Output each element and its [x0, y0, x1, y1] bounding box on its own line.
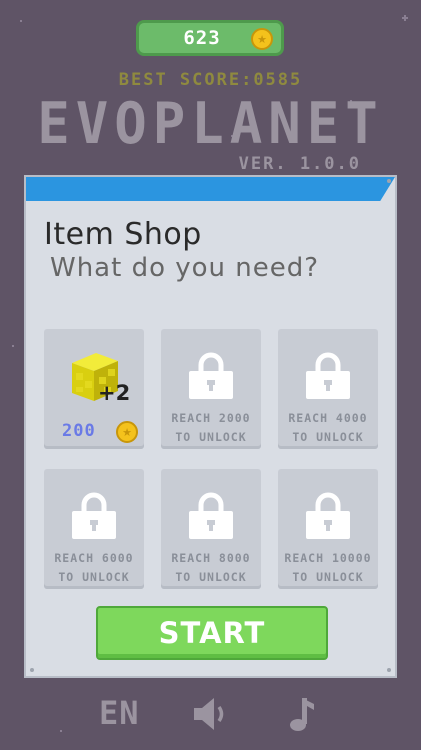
- speaker-icon[interactable]: [190, 694, 230, 734]
- panel-header-band: [26, 177, 395, 201]
- unlock-hint: TO UNLOCK: [292, 570, 364, 584]
- shop-item-locked[interactable]: REACH 2000 TO UNLOCK: [161, 329, 261, 449]
- background-star: [12, 345, 14, 347]
- shop-item-locked[interactable]: REACH 6000 TO UNLOCK: [44, 469, 144, 589]
- panel-rivet: [387, 668, 391, 672]
- lock-icon: [189, 492, 233, 539]
- lock-icon: [189, 352, 233, 399]
- unlock-requirement: REACH 2000: [171, 411, 251, 425]
- background-star: [60, 730, 62, 732]
- start-button[interactable]: START: [96, 606, 328, 660]
- panel-rivet: [387, 179, 391, 183]
- shop-item-cube[interactable]: +2 200 ★: [44, 329, 144, 449]
- coin-icon: ★: [116, 421, 138, 443]
- version-label: VER. 1.0.0: [238, 154, 361, 174]
- coin-counter: 623 ★: [136, 20, 284, 56]
- language-button[interactable]: EN: [99, 694, 140, 732]
- unlock-hint: TO UNLOCK: [175, 430, 247, 444]
- coin-count: 623: [183, 27, 221, 49]
- lock-icon: [306, 492, 350, 539]
- music-note-icon[interactable]: [280, 694, 320, 734]
- shop-item-locked[interactable]: REACH 10000 TO UNLOCK: [278, 469, 378, 589]
- lock-icon: [72, 492, 116, 539]
- game-title: EVOPLANET: [37, 90, 384, 157]
- shop-title: Item Shop: [44, 217, 202, 252]
- lock-icon: [306, 352, 350, 399]
- best-score: BEST SCORE:0585: [118, 70, 303, 90]
- unlock-hint: TO UNLOCK: [58, 570, 130, 584]
- unlock-hint: TO UNLOCK: [292, 430, 364, 444]
- coin-icon: ★: [251, 28, 273, 50]
- shop-subtitle: What do you need?: [50, 253, 320, 283]
- shop-item-locked[interactable]: REACH 8000 TO UNLOCK: [161, 469, 261, 589]
- unlock-requirement: REACH 8000: [171, 551, 251, 565]
- shop-item-locked[interactable]: REACH 4000 TO UNLOCK: [278, 329, 378, 449]
- unlock-hint: TO UNLOCK: [175, 570, 247, 584]
- item-bonus: +2: [98, 381, 131, 405]
- panel-rivet: [30, 668, 34, 672]
- unlock-requirement: REACH 6000: [54, 551, 134, 565]
- item-shop-panel: Item Shop What do you need? +2 200 ★ REA…: [24, 175, 397, 678]
- unlock-requirement: REACH 4000: [288, 411, 368, 425]
- background-star: [402, 15, 408, 21]
- background-star: [20, 20, 22, 22]
- item-price: 200: [62, 421, 96, 441]
- unlock-requirement: REACH 10000: [284, 551, 372, 565]
